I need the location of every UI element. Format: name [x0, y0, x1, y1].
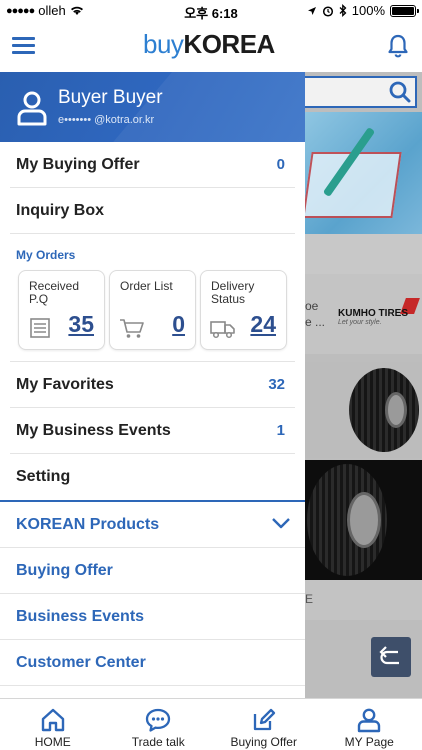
- logo-korea: KOREA: [183, 29, 275, 59]
- tab-trade-talk[interactable]: Trade talk: [106, 699, 212, 750]
- order-card-count: 24: [250, 311, 276, 337]
- menu-item-label: Setting: [16, 468, 71, 485]
- home-icon: [41, 708, 64, 732]
- profile-header[interactable]: Buyer Buyer e••••••• @kotra.or.kr: [0, 72, 305, 142]
- bottom-tab-bar: HOME Trade talk Buying Offer MY Page: [0, 698, 422, 750]
- nav-customer-center[interactable]: Customer Center: [0, 640, 305, 686]
- menu-item-label: My Business Events: [16, 421, 171, 439]
- side-drawer: Buyer Buyer e••••••• @kotra.or.kr My Buy…: [0, 72, 305, 698]
- brand-name: KUMHO TIRES: [338, 308, 408, 319]
- tab-my-page[interactable]: MY Page: [317, 699, 422, 750]
- tab-label: HOME: [34, 735, 71, 749]
- background-row-text: E: [305, 592, 314, 606]
- bell-icon[interactable]: [386, 33, 410, 59]
- menu-setting[interactable]: Setting: [10, 454, 295, 500]
- edit-icon: [253, 708, 275, 731]
- user-name: Buyer Buyer: [58, 87, 163, 108]
- status-right: 100%: [307, 3, 419, 18]
- menu-my-buying-offer[interactable]: My Buying Offer 0: [10, 142, 295, 188]
- user-icon: [17, 91, 47, 126]
- app-header: buyKOREA: [0, 22, 422, 72]
- order-card-order-list[interactable]: Order List 0: [109, 270, 196, 350]
- order-card-label: Delivery Status: [211, 279, 255, 306]
- background-tire-image-1: [305, 362, 422, 458]
- menu-icon[interactable]: [12, 37, 35, 55]
- order-card-count: 0: [172, 311, 185, 337]
- menu-my-business-events[interactable]: My Business Events 1: [10, 408, 295, 454]
- menu-item-label: My Favorites: [16, 375, 114, 393]
- nav-item-partial[interactable]: [0, 686, 305, 698]
- alarm-icon: [322, 5, 333, 17]
- menu-item-label: Inquiry Box: [16, 201, 105, 219]
- menu-item-count: 1: [276, 422, 285, 439]
- my-orders-section: My Orders Received P.Q 35 Order List 0 D…: [10, 234, 295, 362]
- background-banner-image: [305, 112, 422, 234]
- nav-item-label: KOREAN Products: [16, 515, 160, 533]
- nav-item-label: Buying Offer: [16, 561, 113, 579]
- background-card-text-2: e ...: [305, 315, 326, 329]
- user-icon: [358, 708, 381, 733]
- status-bar: ●●●●● olleh 오후 6:18 100%: [0, 0, 422, 22]
- nav-korean-products[interactable]: KOREAN Products: [0, 502, 305, 548]
- menu-inquiry-box[interactable]: Inquiry Box: [10, 188, 295, 234]
- my-orders-title: My Orders: [16, 248, 76, 262]
- nav-item-label: Business Events: [16, 607, 145, 625]
- nav-buying-offer[interactable]: Buying Offer: [0, 548, 305, 594]
- tab-label: Buying Offer: [230, 735, 297, 749]
- app-logo[interactable]: buyKOREA: [143, 29, 275, 60]
- tab-buying-offer[interactable]: Buying Offer: [211, 699, 317, 750]
- background-product-card: oe e ... KUMHO TIRES Let your style.: [305, 274, 422, 354]
- order-card-received-pq[interactable]: Received P.Q 35: [18, 270, 105, 350]
- tab-label: Trade talk: [131, 735, 185, 749]
- battery-icon: [390, 4, 419, 17]
- nav-business-events[interactable]: Business Events: [0, 594, 305, 640]
- background-band: [305, 234, 422, 274]
- return-arrow-icon: [379, 646, 399, 665]
- menu-item-count: 32: [268, 376, 285, 393]
- tab-home[interactable]: HOME: [0, 699, 106, 750]
- order-card-delivery-status[interactable]: Delivery Status 24: [200, 270, 287, 350]
- background-card-text-1: oe: [305, 299, 319, 313]
- chat-icon: [146, 708, 171, 732]
- location-icon: [307, 6, 316, 15]
- background-tire-image-2: [305, 460, 422, 580]
- search-icon: [389, 81, 411, 103]
- tab-label: MY Page: [344, 735, 394, 749]
- truck-icon: [210, 321, 235, 339]
- chevron-down-icon[interactable]: [271, 516, 291, 530]
- background-page: oe e ... KUMHO TIRES Let your style. E: [305, 72, 422, 698]
- brand-logo: KUMHO TIRES Let your style.: [338, 308, 408, 326]
- menu-item-label: My Buying Offer: [16, 155, 140, 173]
- nav-item-label: Customer Center: [16, 653, 146, 671]
- cart-icon: [120, 319, 144, 338]
- order-card-count: 35: [68, 311, 94, 337]
- back-button[interactable]: [371, 637, 411, 677]
- order-card-label: Order List: [120, 279, 173, 293]
- background-search-bar: [305, 76, 417, 108]
- menu-my-favorites[interactable]: My Favorites 32: [10, 362, 295, 408]
- menu-item-count: 0: [276, 156, 285, 173]
- background-list-row: E: [305, 580, 422, 620]
- bluetooth-icon: [339, 4, 347, 17]
- logo-buy: buy: [143, 29, 184, 59]
- order-card-label: Received P.Q: [29, 279, 80, 306]
- brand-tagline: Let your style.: [338, 319, 382, 326]
- battery-percent: 100%: [351, 3, 385, 18]
- user-email: e••••••• @kotra.or.kr: [58, 114, 155, 126]
- document-icon: [30, 318, 50, 338]
